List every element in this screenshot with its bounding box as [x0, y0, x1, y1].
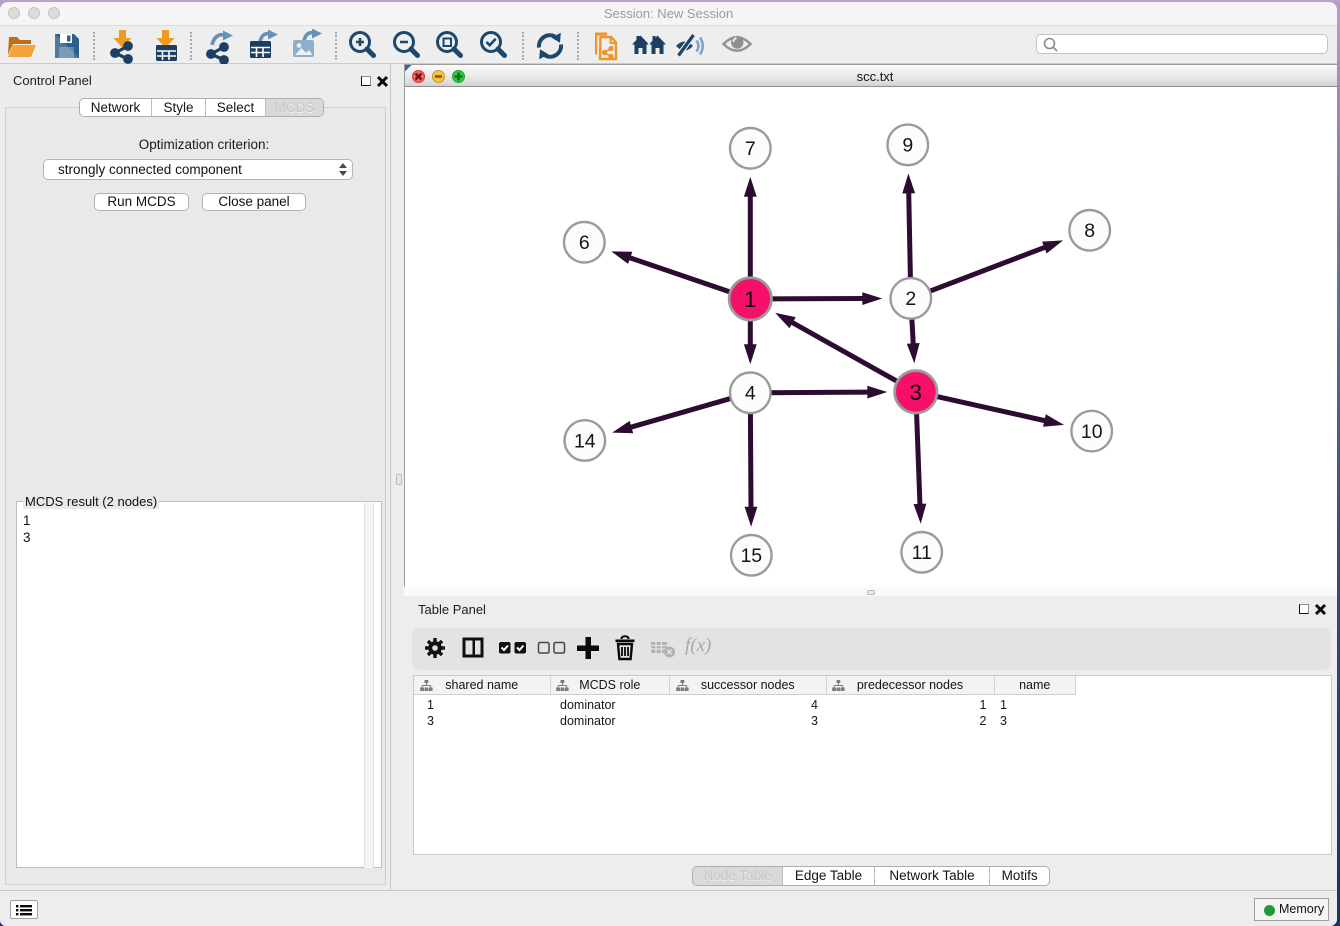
- svg-text:6: 6: [579, 232, 590, 254]
- svg-text:15: 15: [740, 545, 762, 567]
- svg-text:11: 11: [912, 542, 932, 564]
- svg-text:8: 8: [1084, 220, 1095, 242]
- svg-text:10: 10: [1081, 421, 1103, 443]
- svg-text:2: 2: [905, 288, 916, 310]
- svg-text:1: 1: [744, 287, 757, 312]
- svg-text:14: 14: [574, 430, 596, 452]
- svg-text:4: 4: [745, 383, 756, 405]
- svg-text:9: 9: [902, 135, 913, 157]
- svg-text:7: 7: [745, 138, 756, 160]
- svg-text:3: 3: [910, 380, 923, 405]
